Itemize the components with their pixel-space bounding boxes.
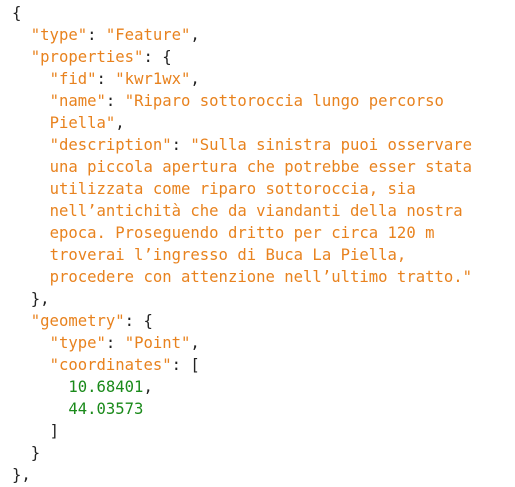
json-line-description-cont: troverai l’ingresso di Buca La Piella,: [12, 244, 515, 266]
json-key-type: "type": [30, 26, 88, 44]
json-value-description-line: procedere con attenzione nell’ultimo tra…: [49, 268, 473, 286]
json-value-type: "Feature": [105, 26, 191, 44]
json-value-description-line: "Sulla sinistra puoi osservare: [190, 136, 473, 154]
json-value-description-line: epoca. Proseguendo dritto per circa 120 …: [49, 224, 435, 242]
json-value-longitude: 10.68401: [68, 378, 144, 396]
json-line-fid: "fid": "kwr1wx",: [49, 70, 200, 88]
json-line-coordinates-close: ]: [49, 422, 59, 440]
json-line-open-brace: {: [12, 4, 22, 22]
json-line-geometry: "geometry": {: [30, 312, 153, 330]
json-line-description-cont: nell’antichità che da viandanti della no…: [12, 200, 515, 222]
json-line-name-cont: Piella",: [49, 114, 125, 132]
json-key-properties: "properties": [30, 48, 144, 66]
json-value-description-line: una piccola apertura che potrebbe esser …: [49, 158, 473, 176]
json-line-coordinates: "coordinates": [: [49, 356, 200, 374]
json-line-type: "type": "Feature",: [30, 26, 200, 44]
json-value-description-line: nell’antichità che da viandanti della no…: [49, 202, 463, 220]
json-line-description-cont: epoca. Proseguendo dritto per circa 120 …: [12, 222, 515, 244]
json-line-geometry-close: }: [30, 444, 41, 462]
json-value-latitude: 44.03573: [68, 400, 144, 418]
json-value-name-line: "Riparo sottoroccia lungo percorso: [124, 92, 444, 110]
json-key-name: "name": [49, 92, 106, 110]
json-value-name-line: Piella": [49, 114, 116, 132]
json-line-properties-close: },: [30, 290, 50, 308]
json-key-geometry-type: "type": [49, 334, 106, 352]
json-line-description: "description": "Sulla sinistra puoi osse…: [49, 136, 473, 154]
json-value-geometry-type: "Point": [124, 334, 191, 352]
json-viewer: { "type": "Feature", "properties": { "fi…: [0, 0, 515, 487]
json-line-coordinate-lat: 44.03573: [12, 398, 515, 420]
json-key-description: "description": [49, 136, 172, 154]
json-line-coordinate-lon: 10.68401,: [68, 378, 153, 396]
json-key-fid: "fid": [49, 70, 97, 88]
json-value-fid: "kwr1wx": [115, 70, 191, 88]
json-line-close-brace: },: [12, 466, 31, 484]
json-value-description-line: troverai l’ingresso di Buca La Piella,: [49, 246, 407, 264]
json-line-properties: "properties": {: [30, 48, 172, 66]
json-value-description-line: utilizzata come riparo sottoroccia, sia: [49, 180, 416, 198]
json-line-name: "name": "Riparo sottoroccia lungo percor…: [49, 92, 444, 110]
json-line-description-cont: una piccola apertura che potrebbe esser …: [12, 156, 515, 178]
json-key-coordinates: "coordinates": [49, 356, 172, 374]
json-key-geometry: "geometry": [30, 312, 125, 330]
json-line-description-cont: procedere con attenzione nell’ultimo tra…: [12, 266, 515, 288]
json-line-geometry-type: "type": "Point",: [49, 334, 200, 352]
json-line-description-cont: utilizzata come riparo sottoroccia, sia: [12, 178, 515, 200]
